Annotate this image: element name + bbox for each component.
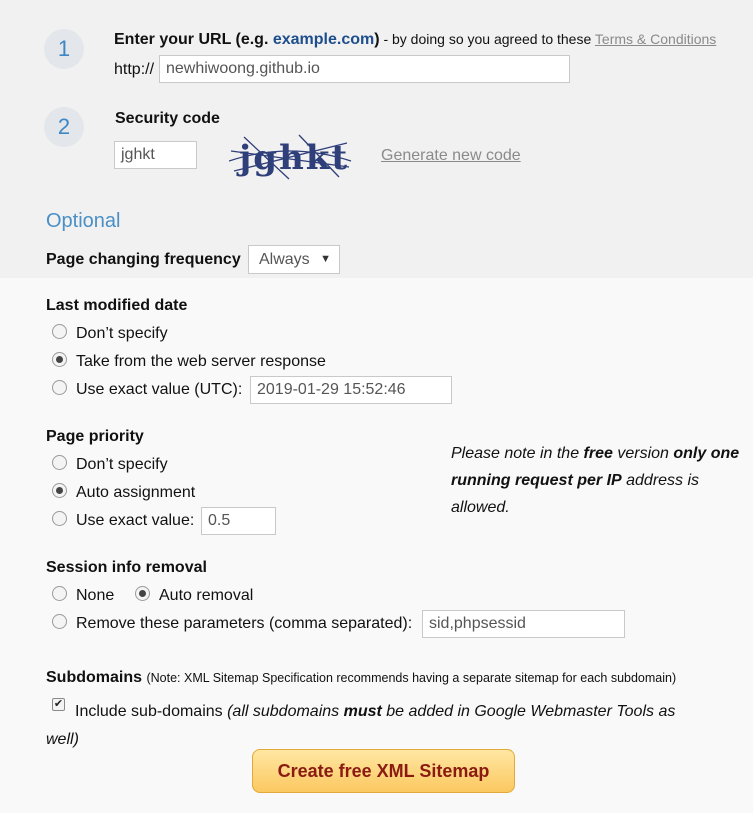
subdomains-hint-part1: (all subdomains — [227, 703, 344, 720]
priority-label-none: Don’t specify — [76, 456, 168, 473]
agreement-text: - by doing so you agreed to these — [379, 31, 595, 47]
step-2-badge: 2 — [44, 107, 84, 147]
include-subdomains-label: Include sub-domains — [75, 703, 223, 720]
session-label-remove: Remove these parameters (comma separated… — [76, 615, 413, 632]
priority-radio-auto[interactable] — [52, 483, 67, 498]
priority-label-exact: Use exact value: — [76, 512, 195, 529]
note-free: free — [583, 445, 613, 462]
frequency-label: Page changing frequency — [46, 251, 241, 268]
last-modified-radio-none[interactable] — [52, 324, 67, 339]
url-title-prefix: Enter your URL (e.g. — [114, 31, 273, 48]
captcha-image: jghkt — [229, 134, 352, 180]
url-input[interactable]: newhiwoong.github.io — [159, 55, 570, 83]
step-1-badge: 1 — [44, 29, 84, 69]
note-part1: Please note in the — [451, 445, 584, 462]
last-modified-label-server: Take from the web server response — [76, 353, 326, 370]
create-sitemap-button[interactable]: Create free XML Sitemap — [252, 749, 515, 793]
session-label-auto: Auto removal — [159, 587, 254, 604]
subdomains-title: Subdomains — [46, 669, 143, 686]
subdomains-hint-must: must — [343, 703, 382, 720]
include-subdomains-text: Include sub-domains (all subdomains must… — [46, 698, 736, 754]
generate-new-code-link[interactable]: Generate new code — [381, 147, 521, 165]
last-modified-label-exact: Use exact value (UTC): — [76, 381, 243, 398]
last-modified-title: Last modified date — [46, 297, 188, 314]
priority-exact-input[interactable]: 0.5 — [201, 507, 276, 535]
last-modified-radio-server[interactable] — [52, 352, 67, 367]
session-radio-none[interactable] — [52, 586, 67, 601]
last-modified-exact-input[interactable]: 2019-01-29 15:52:46 — [250, 376, 452, 404]
protocol-label: http:// — [114, 61, 155, 78]
session-params-input[interactable]: sid,phpsessid — [422, 610, 625, 638]
subdomains-hint-part3: well) — [46, 731, 79, 748]
last-modified-radio-exact[interactable] — [52, 380, 67, 395]
subdomains-hint-part2: be added in Google Webmaster Tools as — [381, 703, 676, 720]
note-part2: version — [612, 445, 674, 462]
chevron-down-icon: ▼ — [320, 253, 331, 265]
subdomains-note: (Note: XML Sitemap Specification recomme… — [146, 671, 677, 685]
step-2-number: 2 — [57, 114, 71, 139]
session-radio-auto[interactable] — [135, 586, 150, 601]
optional-heading: Optional — [46, 210, 121, 232]
priority-label-auto: Auto assignment — [76, 484, 196, 501]
last-modified-label-none: Don’t specify — [76, 325, 168, 342]
security-code-title: Security code — [115, 110, 220, 127]
priority-radio-none[interactable] — [52, 455, 67, 470]
priority-title: Page priority — [46, 428, 144, 445]
terms-link[interactable]: Terms & Conditions — [595, 31, 716, 47]
captcha-text: jghkt — [236, 138, 349, 178]
session-title: Session info removal — [46, 559, 207, 576]
subdomains-heading: Subdomains (Note: XML Sitemap Specificat… — [46, 669, 676, 687]
frequency-select[interactable]: Always ▼ — [248, 245, 340, 274]
session-label-none: None — [76, 587, 115, 604]
session-radio-remove[interactable] — [52, 614, 67, 629]
priority-radio-exact[interactable] — [52, 511, 67, 526]
security-code-input[interactable]: jghkt — [114, 141, 197, 169]
step-1-number: 1 — [57, 36, 71, 61]
url-heading: Enter your URL (e.g. example.com) - by d… — [114, 31, 716, 49]
url-example: example.com — [272, 31, 375, 48]
frequency-selected: Always — [259, 251, 310, 268]
free-version-note: Please note in the free version only one… — [451, 440, 741, 521]
